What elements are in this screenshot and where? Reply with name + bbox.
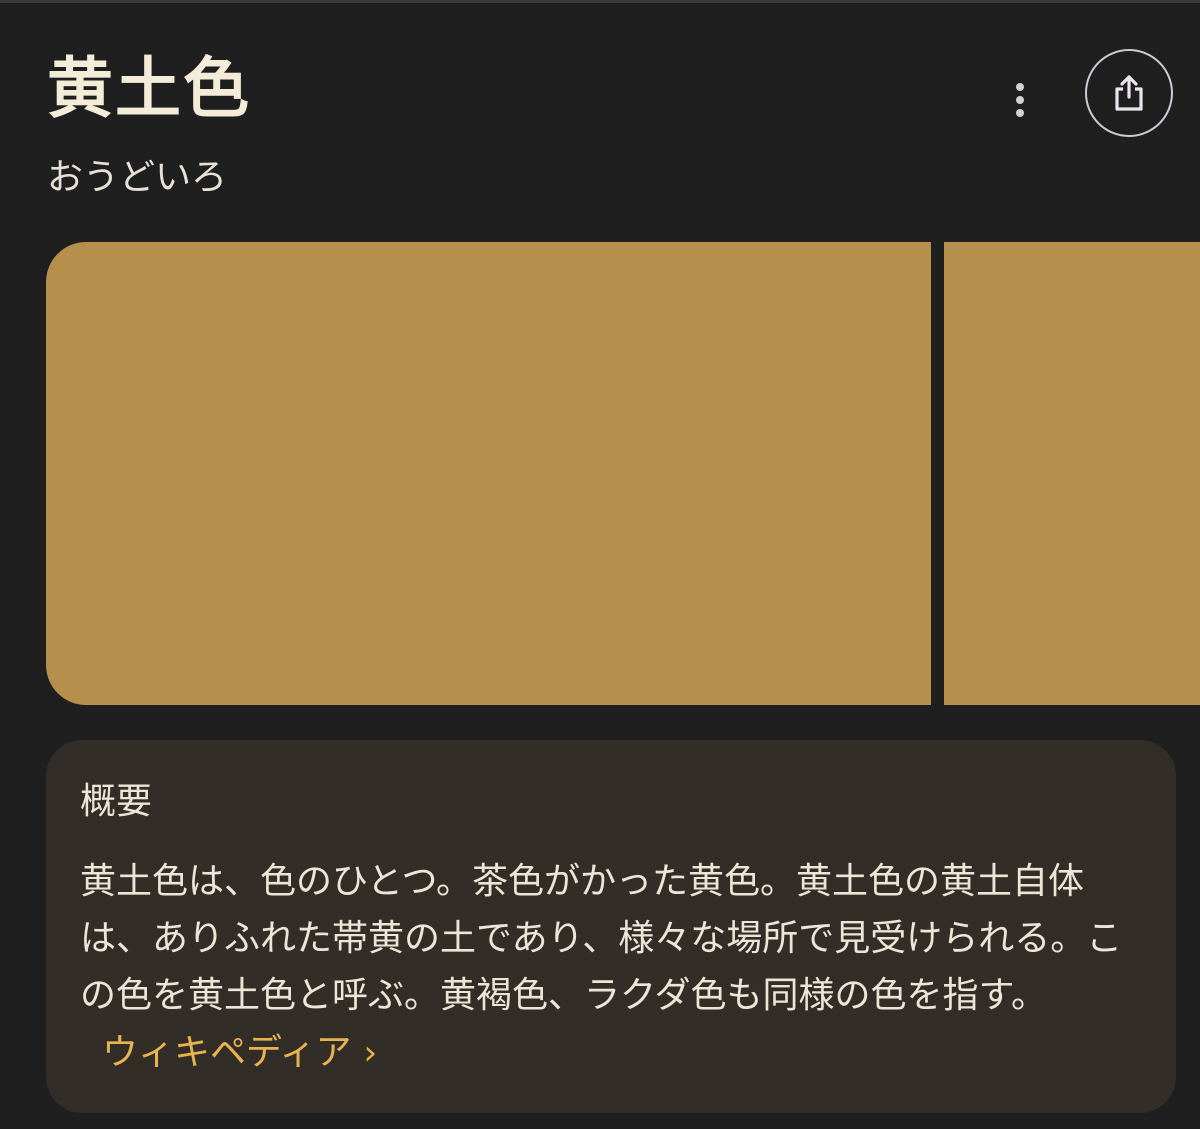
- summary-description: 黄土色は、色のひとつ。茶色がかった黄色。黄土色の黄土自体は、ありふれた帯黄の土で…: [80, 853, 1142, 1082]
- chevron-right-icon: ›: [363, 1033, 378, 1073]
- color-swatch-primary[interactable]: [46, 242, 931, 705]
- share-button[interactable]: [1085, 49, 1173, 137]
- wikipedia-link[interactable]: ウィキペディア ›: [102, 1032, 377, 1073]
- summary-card: 概要 黄土色は、色のひとつ。茶色がかった黄色。黄土色の黄土自体は、ありふれた帯黄…: [46, 740, 1176, 1113]
- color-name-title: 黄土色: [47, 50, 251, 127]
- wikipedia-link-label: ウィキペディア: [102, 1032, 352, 1073]
- more-vert-icon: [1016, 83, 1024, 91]
- top-divider: [0, 0, 1200, 3]
- more-vert-icon-dot: [1016, 109, 1024, 117]
- color-name-reading: おうどいろ: [47, 157, 228, 198]
- summary-text: 黄土色は、色のひとつ。茶色がかった黄色。黄土色の黄土自体は、ありふれた帯黄の土で…: [80, 861, 1123, 1016]
- summary-heading: 概要: [80, 781, 153, 822]
- color-swatch-secondary[interactable]: [944, 242, 1200, 705]
- more-options-button[interactable]: [996, 74, 1044, 126]
- share-icon: [1115, 75, 1143, 111]
- more-vert-icon-dot: [1016, 96, 1024, 104]
